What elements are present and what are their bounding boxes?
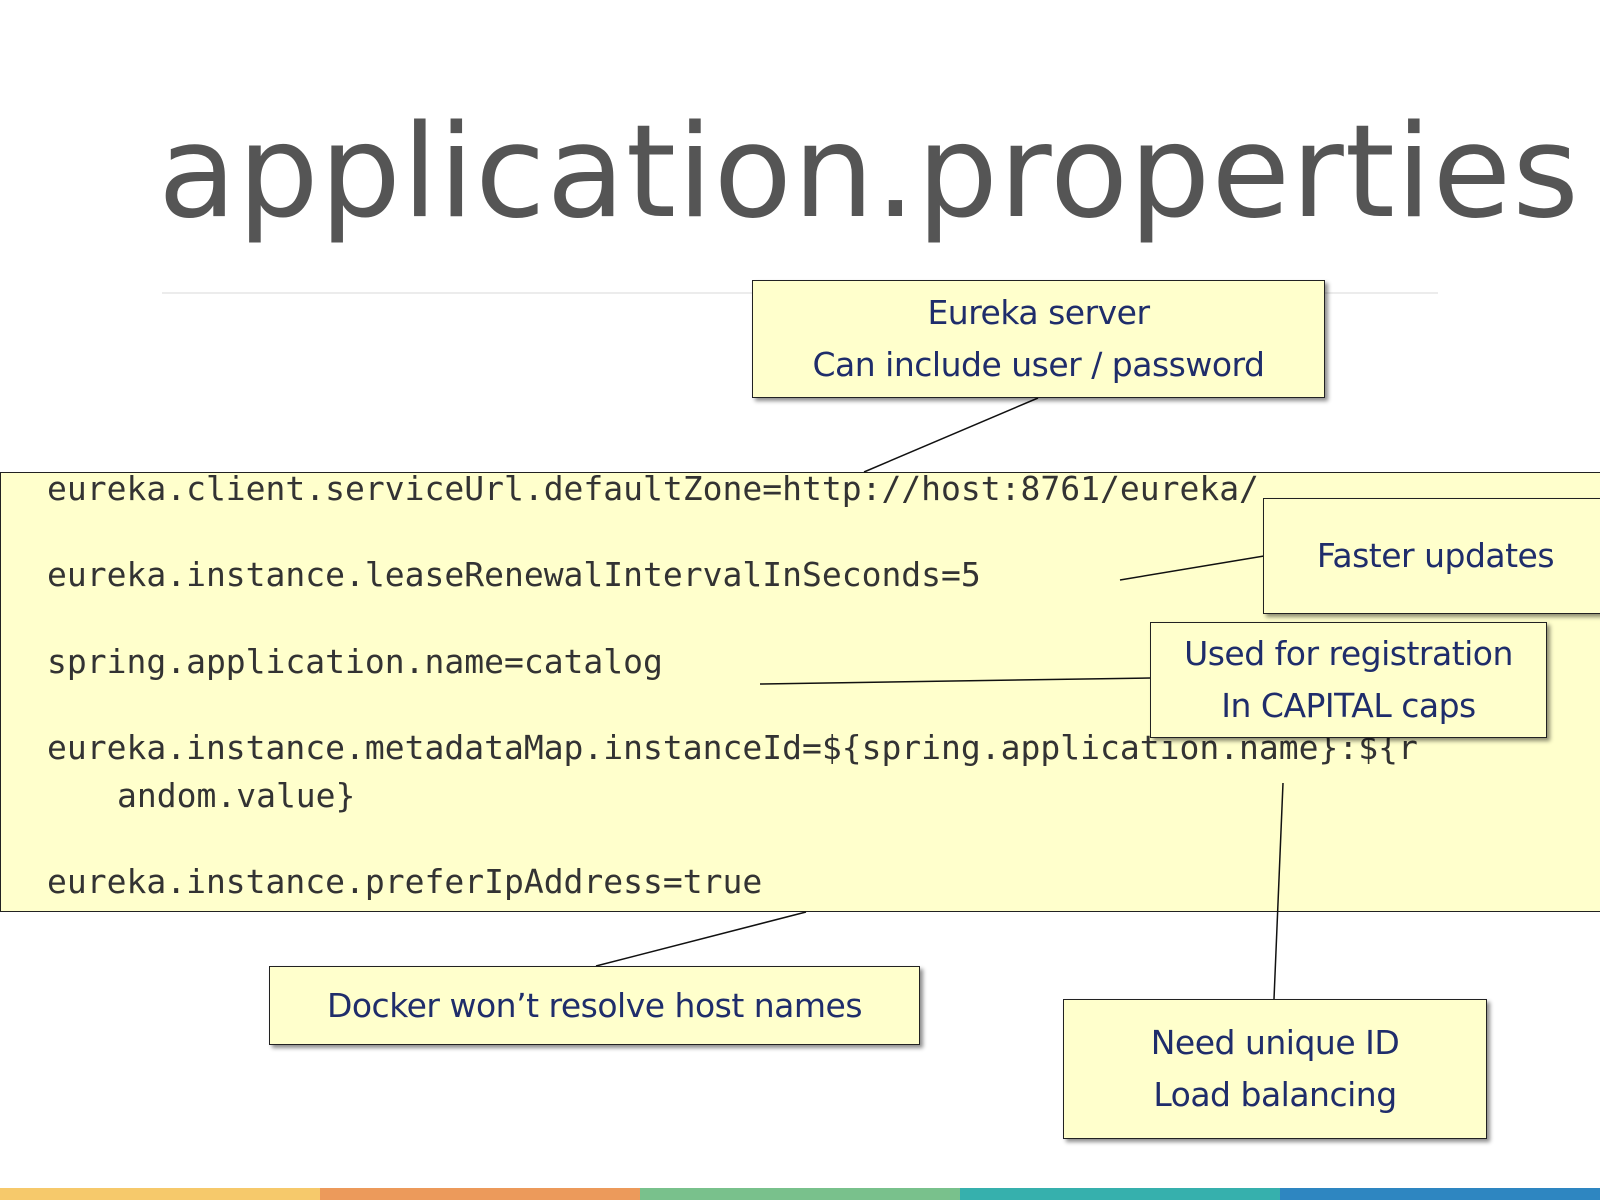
footer-segment [320,1188,640,1200]
connector-faster-updates [1119,555,1265,581]
footer-segment [0,1188,320,1200]
callout-text: Need unique ID [1150,1023,1400,1062]
callout-unique-id: Need unique ID Load balancing [1063,999,1487,1139]
callout-faster-updates: Faster updates [1263,498,1600,614]
connector-registration [759,677,1151,685]
connector-docker [595,911,807,967]
callout-text: Can include user / password [812,345,1265,384]
callout-text: In CAPITAL caps [1221,686,1476,725]
callout-eureka-server: Eureka server Can include user / passwor… [752,280,1325,398]
callout-text: Docker won’t resolve host names [326,985,863,1025]
footer-segment [1280,1188,1600,1200]
callout-text: Eureka server [927,293,1150,332]
callout-text: Faster updates [1316,536,1555,575]
callout-docker: Docker won’t resolve host names [269,966,920,1045]
footer-color-bar [0,1188,1600,1200]
callout-text: Used for registration [1184,634,1513,673]
footer-segment [960,1188,1280,1200]
connector-unique-id [1273,782,1284,1000]
footer-segment [640,1188,960,1200]
callout-registration: Used for registration In CAPITAL caps [1150,622,1547,738]
connector-eureka-server [863,397,1039,473]
callout-text: Load balancing [1153,1075,1397,1114]
